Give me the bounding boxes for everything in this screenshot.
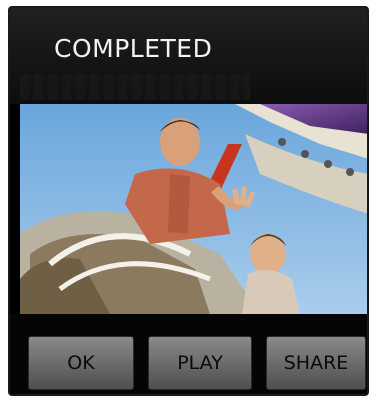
dialog-title: COMPLETED [54, 34, 213, 63]
dialog-title-bar: COMPLETED [10, 8, 367, 104]
title-shadow-decoration [20, 74, 250, 100]
dialog-button-bar: OK PLAY SHARE [10, 314, 367, 394]
share-button[interactable]: SHARE [266, 336, 366, 390]
ok-button[interactable]: OK [28, 336, 134, 390]
photo-image [20, 104, 367, 314]
completed-dialog: COMPLETED OK PLAY SHARE [8, 6, 369, 396]
play-button[interactable]: PLAY [148, 336, 252, 390]
photo-preview [20, 104, 367, 314]
